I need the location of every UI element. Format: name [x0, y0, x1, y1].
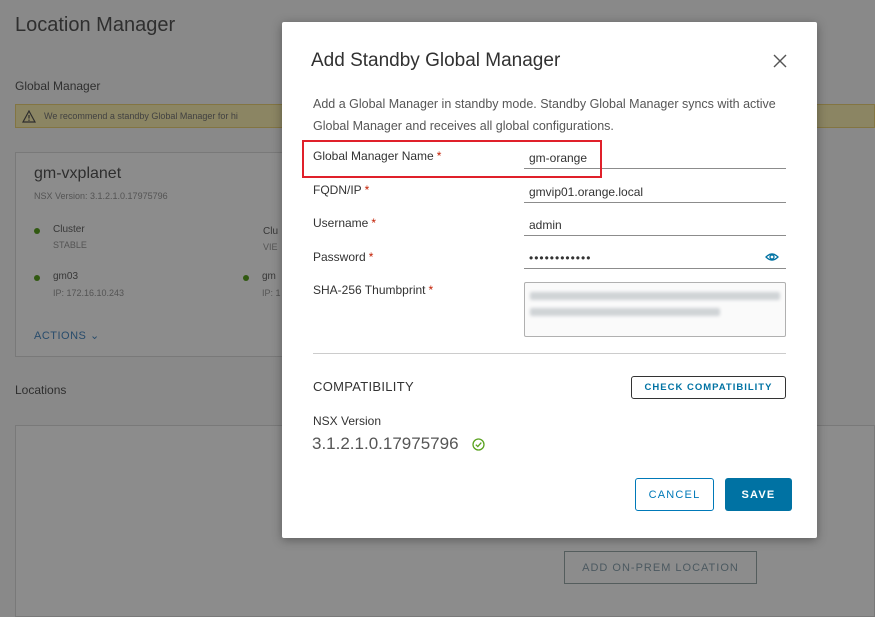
redacted-thumbprint-line	[530, 308, 720, 316]
password-label: Password *	[313, 250, 373, 264]
nsx-version-label: NSX Version	[313, 414, 382, 428]
password-input[interactable]	[524, 247, 786, 269]
nsx-version-value: 3.1.2.1.0.17975796	[312, 434, 459, 453]
close-icon[interactable]	[772, 53, 788, 69]
redacted-thumbprint-line	[530, 292, 780, 300]
required-marker: *	[428, 283, 434, 297]
highlight-annotation	[302, 140, 602, 178]
fqdn-label-text: FQDN/IP	[313, 183, 362, 197]
dialog-title: Add Standby Global Manager	[311, 50, 561, 71]
username-label: Username *	[313, 216, 376, 230]
compatibility-heading: COMPATIBILITY	[313, 379, 414, 394]
password-label-text: Password	[313, 250, 366, 264]
save-button[interactable]: SAVE	[725, 478, 792, 511]
required-marker: *	[371, 216, 377, 230]
check-circle-icon	[472, 438, 485, 451]
thumbprint-textarea[interactable]	[524, 282, 786, 337]
fqdn-label: FQDN/IP *	[313, 183, 369, 197]
add-standby-gm-dialog: Add Standby Global Manager Add a Global …	[282, 22, 817, 538]
fqdn-input[interactable]	[524, 181, 786, 203]
username-label-text: Username	[313, 216, 369, 230]
dialog-description: Add a Global Manager in standby mode. St…	[313, 97, 776, 133]
thumbprint-label-text: SHA-256 Thumbprint	[313, 283, 426, 297]
check-compatibility-button[interactable]: CHECK COMPATIBILITY	[631, 376, 786, 399]
show-password-eye-icon[interactable]	[765, 251, 779, 263]
required-marker: *	[368, 250, 374, 264]
cancel-button[interactable]: CANCEL	[635, 478, 714, 511]
thumbprint-label: SHA-256 Thumbprint *	[313, 283, 433, 297]
section-divider	[313, 353, 786, 354]
required-marker: *	[364, 183, 370, 197]
username-input[interactable]	[524, 214, 786, 236]
